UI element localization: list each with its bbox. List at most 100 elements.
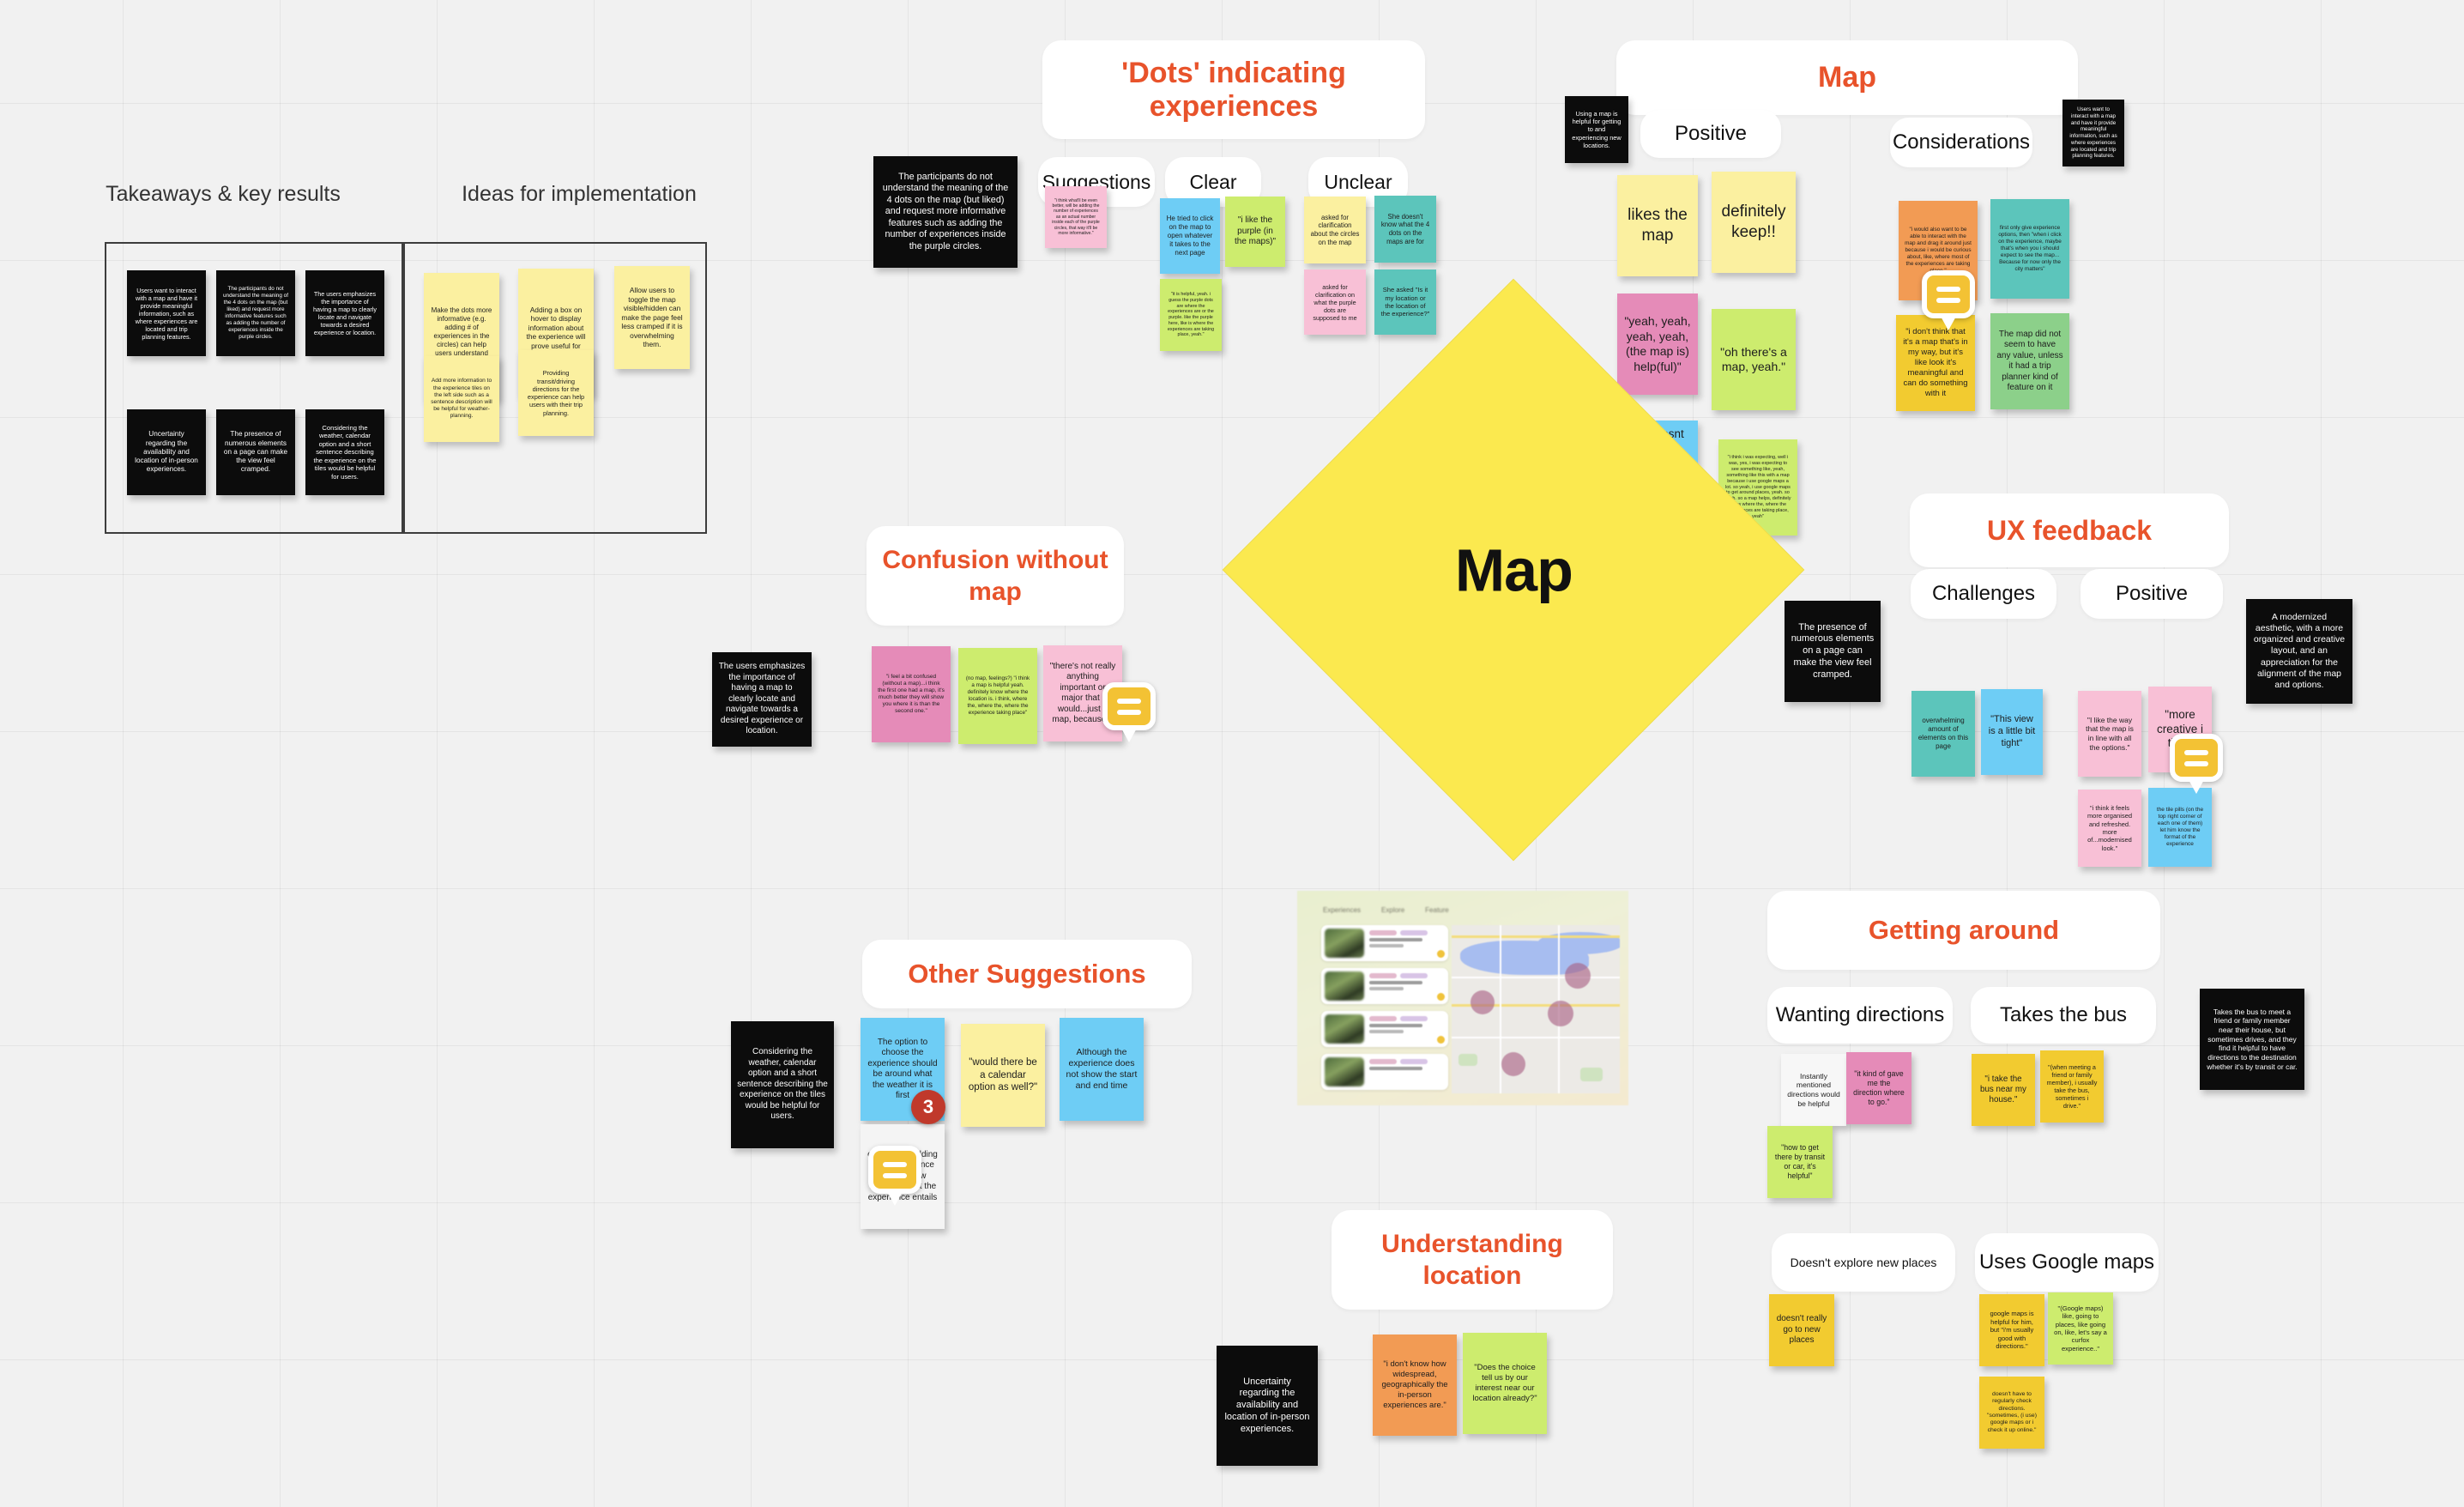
sticky-note[interactable]: Although the experience does not show th…	[1060, 1018, 1144, 1121]
sticky-note[interactable]: first only give experience options, then…	[1990, 199, 2069, 299]
map-left-insight-note[interactable]: Using a map is helpful for getting to an…	[1565, 96, 1628, 163]
experience-card[interactable]	[1321, 1054, 1448, 1090]
other-suggestions-title: Other Suggestions	[862, 940, 1192, 1008]
map-road	[1452, 977, 1620, 978]
embedded-map[interactable]	[1452, 925, 1620, 1093]
confusion-insight-note[interactable]: The users emphasizes the importance of h…	[712, 652, 812, 747]
ideas-title: Ideas for implementation	[462, 182, 697, 206]
sticky-note[interactable]: (no map, feelings?) "i think a map is he…	[958, 648, 1037, 744]
sticky-note[interactable]: "how to get there by transit or car, it'…	[1767, 1126, 1833, 1198]
habits-col-uses-google-maps-label: Uses Google maps	[1975, 1233, 2159, 1292]
bubble-line	[1117, 698, 1141, 704]
comment-bubble-icon[interactable]	[2170, 734, 2223, 782]
map-experience-dot[interactable]	[1501, 1052, 1525, 1076]
card-thumbnail	[1325, 929, 1364, 958]
map-experience-dot[interactable]	[1471, 990, 1495, 1014]
sticky-note[interactable]: "i feel a bit confused (without a map)..…	[872, 646, 951, 742]
map-park	[1580, 1068, 1603, 1081]
takeaway-note[interactable]: The participants do not understand the m…	[216, 270, 295, 356]
ux-col-positive-label: Positive	[2081, 569, 2223, 619]
sticky-note[interactable]: "it is helpful, yeah. i guess the purple…	[1160, 279, 1222, 351]
sticky-note[interactable]: "Does the choice tell us by our interest…	[1463, 1333, 1547, 1434]
map-park	[1458, 1054, 1477, 1066]
sticky-note[interactable]: overwhelming amount of elements on this …	[1911, 691, 1975, 777]
sticky-note[interactable]: "yeah, yeah, yeah, yeah, (the map is) he…	[1617, 294, 1698, 395]
sticky-note[interactable]: "(when meeting a friend or family member…	[2040, 1050, 2104, 1123]
idea-note[interactable]: Providing transit/driving directions for…	[518, 350, 594, 436]
sticky-note[interactable]: The map did not seem to have any value, …	[1990, 313, 2069, 409]
sticky-note[interactable]: asked for clarification about the circle…	[1304, 197, 1366, 263]
map-right-insight-note[interactable]: Users want to interact with a map and ha…	[2062, 100, 2124, 166]
sticky-note[interactable]: "it kind of gave me the direction where …	[1846, 1052, 1911, 1124]
sticky-note[interactable]: the tile pills (on the top right corner …	[2148, 788, 2212, 867]
product-screenshot-image[interactable]: Experiences Explore Feature	[1297, 891, 1628, 1105]
card-thumbnail	[1325, 971, 1364, 1001]
comment-bubble-icon[interactable]	[1922, 270, 1975, 318]
ux-right-insight-note[interactable]: A modernized aesthetic, with a more orga…	[2246, 599, 2352, 704]
comment-bubble-icon[interactable]	[1102, 682, 1156, 730]
bubble-line	[1936, 286, 1960, 292]
card-action-dot[interactable]	[1437, 993, 1445, 1001]
map-experience-dot[interactable]	[1548, 1001, 1573, 1026]
sticky-note[interactable]: likes the map	[1617, 175, 1698, 276]
other-suggestions-insight-note[interactable]: Considering the weather, calendar option…	[731, 1021, 834, 1148]
sticky-note[interactable]: Instantly mentioned directions would be …	[1781, 1054, 1846, 1126]
miro-board-canvas[interactable]: Takeaways & key results Ideas for implem…	[0, 0, 2464, 1507]
sticky-note[interactable]: "would there be a calendar option as wel…	[961, 1024, 1045, 1127]
takeaway-note[interactable]: Considering the weather, calendar option…	[305, 409, 384, 495]
takeaway-note[interactable]: Users want to interact with a map and ha…	[127, 270, 206, 356]
card-subtitle-line	[1369, 944, 1404, 947]
card-action-dot[interactable]	[1437, 950, 1445, 958]
ux-left-insight-note[interactable]: The presence of numerous elements on a p…	[1785, 601, 1881, 702]
sticky-note[interactable]: "i don't know how widespread, geographic…	[1373, 1335, 1457, 1436]
sticky-note[interactable]: She doesn't know what the 4 dots on the …	[1374, 196, 1436, 263]
card-meta	[1369, 929, 1432, 958]
sticky-note[interactable]: "i don't think that it's a map that's in…	[1896, 315, 1975, 411]
experience-card[interactable]	[1321, 925, 1448, 961]
experience-card[interactable]	[1321, 1011, 1448, 1047]
nav-item: Feature	[1425, 906, 1449, 914]
experience-card[interactable]	[1321, 968, 1448, 1004]
card-action-dot[interactable]	[1437, 1036, 1445, 1044]
sticky-note[interactable]: google maps is helpful for him, but "i'm…	[1979, 1294, 2044, 1366]
tag-pill	[1369, 973, 1397, 978]
map-road	[1452, 1037, 1620, 1038]
sticky-note[interactable]: asked for clarification on what the purp…	[1304, 269, 1366, 335]
card-meta	[1369, 1057, 1445, 1086]
tag-pill	[1369, 930, 1397, 935]
takeaway-note[interactable]: The users emphasizes the importance of h…	[305, 270, 384, 356]
dots-insight-note[interactable]: The participants do not understand the m…	[873, 156, 1018, 268]
sticky-note[interactable]: "i like the purple (in the maps)"	[1225, 197, 1285, 267]
map-experience-dot[interactable]	[1565, 963, 1591, 989]
comment-count-badge[interactable]: 3	[911, 1090, 945, 1124]
getting-around-col-wanting-directions-label: Wanting directions	[1767, 987, 1953, 1044]
sticky-note[interactable]: "oh there's a map, yeah."	[1712, 309, 1796, 410]
understanding-location-insight-note[interactable]: Uncertainty regarding the availability a…	[1217, 1346, 1318, 1466]
card-title-line	[1369, 1024, 1422, 1027]
tag-pill	[1369, 1059, 1397, 1064]
idea-note[interactable]: Add more information to the experience t…	[424, 356, 499, 442]
sticky-note[interactable]: "I like the way that the map is in line …	[2078, 691, 2141, 777]
card-meta	[1369, 971, 1432, 1001]
tag-pill	[1369, 1016, 1397, 1021]
sticky-note[interactable]: "i think what'll be even better, will be…	[1045, 186, 1107, 248]
takeaway-note[interactable]: The presence of numerous elements on a p…	[216, 409, 295, 495]
sticky-note[interactable]: She asked "Is it my location or the loca…	[1374, 269, 1436, 335]
card-thumbnail	[1325, 1014, 1364, 1044]
getting-around-insight-note[interactable]: Takes the bus to meet a friend or family…	[2200, 989, 2304, 1090]
sticky-note[interactable]: definitely keep!!	[1712, 172, 1796, 273]
card-meta	[1369, 1014, 1432, 1044]
nav-item: Experiences	[1323, 906, 1362, 914]
card-tags	[1369, 1016, 1432, 1021]
sticky-note[interactable]: doesn't really go to new places	[1769, 1294, 1834, 1366]
sticky-note[interactable]: "(Google maps) like, going to places, li…	[2048, 1292, 2113, 1365]
sticky-note[interactable]: He tried to click on the map to open wha…	[1160, 198, 1220, 274]
takeaway-note[interactable]: Uncertainty regarding the availability a…	[127, 409, 206, 495]
idea-note[interactable]: Allow users to toggle the map visible/hi…	[614, 266, 690, 369]
sticky-note[interactable]: "This view is a little bit tight"	[1981, 689, 2043, 775]
sticky-note[interactable]: "i think it feels more organised and ref…	[2078, 790, 2141, 867]
comment-bubble-icon[interactable]	[868, 1146, 921, 1194]
understanding-location-title: Understanding location	[1332, 1210, 1613, 1310]
sticky-note[interactable]: "i take the bus near my house."	[1972, 1054, 2035, 1126]
sticky-note[interactable]: doesn't have to regularly check directio…	[1979, 1377, 2044, 1449]
